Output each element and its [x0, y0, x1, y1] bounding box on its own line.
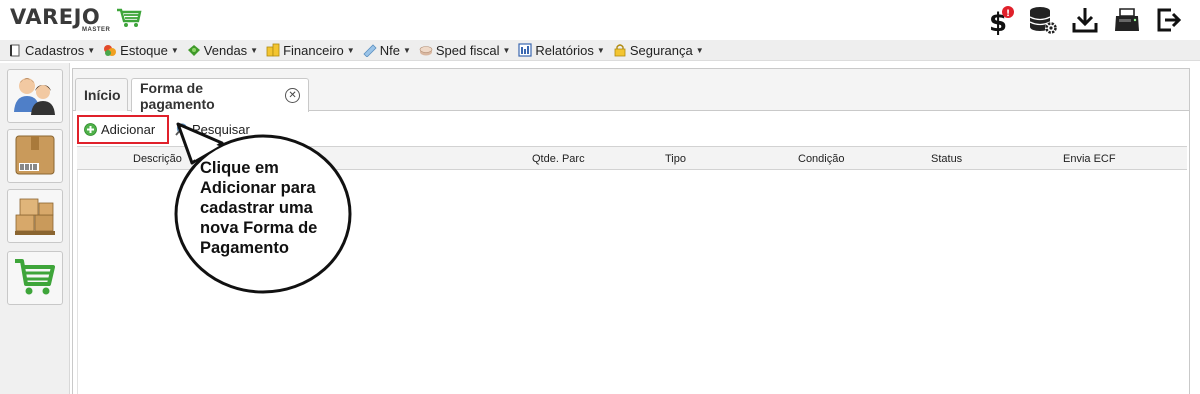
tab-forma-label: Forma de pagamento [140, 79, 215, 112]
lock-icon [613, 43, 627, 57]
add-button[interactable]: Adicionar [77, 114, 169, 144]
nfe-icon [363, 43, 377, 57]
menu-seguranca-label: Segurança [629, 42, 693, 58]
column-descricao[interactable]: Descrição [133, 153, 182, 165]
column-tipo[interactable]: Tipo [665, 153, 686, 165]
svg-text:!: ! [1006, 9, 1010, 19]
content-panel: Início Forma de pagamento ✕ Adicionar Pe… [72, 68, 1190, 394]
sped-icon [419, 43, 433, 57]
menu-relatorios-label: Relatórios [535, 42, 594, 58]
tab-strip: Início Forma de pagamento ✕ [73, 69, 1189, 112]
search-icon [175, 122, 188, 136]
menu-estoque[interactable]: Estoque ▼ [100, 40, 182, 61]
users-icon [12, 74, 58, 119]
logo-text: VAREJO [10, 5, 101, 29]
menu-cadastros[interactable]: Cadastros ▼ [5, 40, 98, 61]
menu-vendas[interactable]: Vendas ▼ [184, 40, 261, 61]
cart-icon [187, 43, 201, 57]
tab-inicio[interactable]: Início [75, 78, 128, 111]
logo-subtext: MASTER [82, 27, 111, 33]
printer-icon[interactable] [1106, 4, 1148, 36]
app-header: VAREJO MASTER $ ! [0, 0, 1200, 40]
quick-product-button[interactable] [7, 129, 63, 183]
book-icon [8, 43, 22, 57]
product-box-icon [13, 133, 57, 180]
menu-relatorios[interactable]: Relatórios ▼ [515, 40, 607, 61]
grid-header: Descrição Qtde. Parc Tipo Condição Statu… [77, 146, 1187, 170]
menu-vendas-label: Vendas [203, 42, 248, 58]
coins-icon [266, 43, 280, 57]
quick-stock-button[interactable] [7, 189, 63, 243]
logout-icon[interactable] [1148, 4, 1190, 36]
app-logo[interactable]: VAREJO MASTER [10, 5, 142, 35]
menu-seguranca[interactable]: Segurança ▼ [610, 40, 707, 61]
download-icon[interactable] [1064, 4, 1106, 36]
add-button-label: Adicionar [101, 121, 156, 137]
close-tab-icon[interactable]: ✕ [285, 88, 300, 103]
add-icon [84, 122, 97, 136]
grid-toolbar: Adicionar Pesquisar [77, 114, 256, 144]
quick-access-bar [0, 63, 70, 394]
tab-forma-de-pagamento[interactable]: Forma de pagamento ✕ [131, 78, 309, 112]
header-toolbar: $ ! [980, 4, 1190, 36]
menu-financeiro-label: Financeiro [283, 42, 344, 58]
logo-cart-icon [116, 8, 142, 31]
report-icon [518, 43, 532, 57]
quick-cart-button[interactable] [7, 251, 63, 305]
column-condicao[interactable]: Condição [798, 153, 844, 165]
menu-nfe-label: Nfe [379, 42, 400, 58]
stock-boxes-icon [12, 193, 58, 240]
boxes-icon [103, 43, 117, 57]
search-button[interactable]: Pesquisar [169, 115, 256, 143]
menu-sped-fiscal[interactable]: Sped fiscal ▼ [416, 40, 514, 61]
dollar-alert-icon[interactable]: $ ! [980, 4, 1022, 36]
search-button-label: Pesquisar [192, 121, 250, 137]
menu-sped-fiscal-label: Sped fiscal [435, 42, 500, 58]
main-menu: Cadastros ▼ Estoque ▼ Vendas ▼ Financeiro ▼ … [0, 40, 1200, 61]
shopping-cart-icon [13, 256, 57, 301]
column-envia-ecf[interactable]: Envia ECF [1063, 153, 1116, 165]
menu-estoque-label: Estoque [120, 42, 168, 58]
grid-body [77, 170, 1187, 394]
menu-cadastros-label: Cadastros [25, 42, 85, 58]
column-status[interactable]: Status [931, 153, 962, 165]
quick-users-button[interactable] [7, 69, 63, 123]
tab-inicio-label: Início [84, 87, 121, 103]
database-settings-icon[interactable] [1022, 4, 1064, 36]
menu-financeiro[interactable]: Financeiro ▼ [263, 40, 358, 61]
column-qtde-parc[interactable]: Qtde. Parc [532, 153, 585, 165]
menu-nfe[interactable]: Nfe ▼ [360, 40, 414, 61]
